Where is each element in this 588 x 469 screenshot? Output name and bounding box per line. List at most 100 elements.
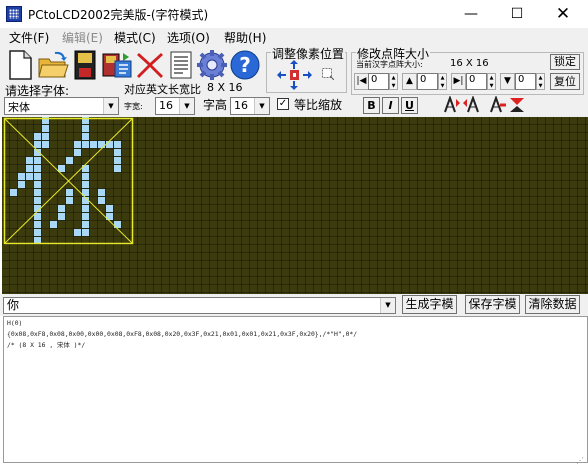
glyph-pixel[interactable] xyxy=(34,173,41,180)
glyph-pixel[interactable] xyxy=(26,157,33,164)
glyph-pixel[interactable] xyxy=(34,133,41,140)
glyph-pixel[interactable] xyxy=(82,125,89,132)
italic-button[interactable]: I xyxy=(382,97,399,114)
chevron-down-icon[interactable]: ▼ xyxy=(103,98,118,114)
glyph-pixel[interactable] xyxy=(42,133,49,140)
glyph-pixel[interactable] xyxy=(98,197,105,204)
bottom-spinner-buttons[interactable]: ▲ ▼ xyxy=(536,73,545,90)
notes-icon[interactable] xyxy=(165,49,197,81)
glyph-pixel[interactable] xyxy=(34,229,41,236)
glyph-pixel[interactable] xyxy=(58,213,65,220)
glyph-pixel[interactable] xyxy=(34,165,41,172)
open-folder-icon[interactable] xyxy=(37,49,69,81)
proportional-scale-checkbox[interactable]: ✓ xyxy=(277,98,289,110)
menu-options[interactable]: 选项(O) xyxy=(167,29,210,46)
rotate-left-icon[interactable] xyxy=(443,96,461,114)
new-file-icon[interactable] xyxy=(4,49,36,81)
glyph-pixel[interactable] xyxy=(42,125,49,132)
glyph-pixel[interactable] xyxy=(82,141,89,148)
glyph-pixel[interactable] xyxy=(34,189,41,196)
close-button[interactable]: ✕ xyxy=(540,0,586,28)
glyph-pixel[interactable] xyxy=(114,165,121,172)
shrink-top-button[interactable]: ▲ xyxy=(402,73,417,90)
restore-button[interactable]: 复位 xyxy=(550,73,580,90)
chevron-down-icon[interactable]: ▼ xyxy=(254,98,269,114)
top-spinner-buttons[interactable]: ▲ ▼ xyxy=(438,73,447,90)
menu-help[interactable]: 帮助(H) xyxy=(224,29,266,46)
glyph-pixel[interactable] xyxy=(98,189,105,196)
glyph-pixel[interactable] xyxy=(58,205,65,212)
font-select[interactable]: 宋体 ▼ xyxy=(4,97,119,115)
shift-up-icon[interactable] xyxy=(290,60,298,69)
clear-data-button[interactable]: 清除数据 xyxy=(525,295,580,314)
glyph-pixel[interactable] xyxy=(26,165,33,172)
pixel-grid[interactable] xyxy=(2,117,588,294)
glyph-pixel[interactable] xyxy=(82,133,89,140)
shrink-right-button[interactable]: ▶| xyxy=(451,73,466,90)
glyph-pixel[interactable] xyxy=(66,157,73,164)
shift-left-icon[interactable] xyxy=(277,71,286,79)
glyph-pixel[interactable] xyxy=(82,165,89,172)
bold-button[interactable]: B xyxy=(363,97,380,114)
save-font-button[interactable]: 保存字模 xyxy=(465,295,520,314)
right-spinner[interactable]: 0 xyxy=(466,73,487,90)
glyph-pixel[interactable] xyxy=(82,173,89,180)
shift-center-icon[interactable] xyxy=(290,70,299,80)
glyph-pixel[interactable] xyxy=(74,149,81,156)
flip-vertical-icon[interactable] xyxy=(489,96,507,114)
bring-region-icon[interactable] xyxy=(322,68,334,80)
char-width-select[interactable]: 16 ▼ xyxy=(155,97,195,115)
menu-mode[interactable]: 模式(C) xyxy=(114,29,156,46)
help-icon[interactable]: ? xyxy=(229,49,261,81)
generate-button[interactable]: 生成字模 xyxy=(402,295,457,314)
glyph-pixel[interactable] xyxy=(18,173,25,180)
glyph-pixel[interactable] xyxy=(74,141,81,148)
glyph-pixel[interactable] xyxy=(82,205,89,212)
glyph-pixel[interactable] xyxy=(90,141,97,148)
shrink-bottom-button[interactable]: ▼ xyxy=(500,73,515,90)
glyph-pixel[interactable] xyxy=(10,189,17,196)
menu-edit[interactable]: 编辑(E) xyxy=(62,29,103,46)
glyph-pixel[interactable] xyxy=(26,173,33,180)
chevron-down-icon[interactable]: ▼ xyxy=(179,98,194,114)
glyph-pixel[interactable] xyxy=(74,229,81,236)
glyph-pixel[interactable] xyxy=(114,149,121,156)
char-input[interactable]: 你 ▼ xyxy=(3,297,396,314)
save-as-icon[interactable] xyxy=(101,49,133,81)
char-height-select[interactable]: 16 ▼ xyxy=(230,97,270,115)
lock-button[interactable]: 锁定 xyxy=(550,54,580,70)
glyph-pixel[interactable] xyxy=(66,189,73,196)
maximize-button[interactable]: ☐ xyxy=(494,0,540,28)
left-spinner[interactable]: 0 xyxy=(368,73,389,90)
glyph-pixel[interactable] xyxy=(106,205,113,212)
glyph-pixel[interactable] xyxy=(82,181,89,188)
flip-horizontal-icon[interactable] xyxy=(508,96,526,114)
delete-icon[interactable] xyxy=(134,49,166,81)
menu-file[interactable]: 文件(F) xyxy=(9,29,49,46)
glyph-pixel[interactable] xyxy=(82,229,89,236)
glyph-pixel[interactable] xyxy=(34,141,41,148)
glyph-pixel[interactable] xyxy=(114,141,121,148)
glyph-pixel[interactable] xyxy=(34,221,41,228)
left-spinner-buttons[interactable]: ▲ ▼ xyxy=(389,73,398,90)
resize-grip[interactable]: ⋰ xyxy=(576,456,586,466)
rotate-right-icon[interactable] xyxy=(462,96,480,114)
glyph-pixel[interactable] xyxy=(34,157,41,164)
shrink-left-button[interactable]: |◀ xyxy=(354,73,369,90)
glyph-pixel[interactable] xyxy=(34,181,41,188)
glyph-pixel[interactable] xyxy=(18,181,25,188)
glyph-pixel[interactable] xyxy=(106,141,113,148)
glyph-pixel[interactable] xyxy=(34,197,41,204)
pixel-canvas[interactable] xyxy=(2,117,588,294)
chevron-down-icon[interactable]: ▼ xyxy=(380,298,395,313)
underline-button[interactable]: U xyxy=(401,97,418,114)
glyph-pixel[interactable] xyxy=(42,141,49,148)
settings-icon[interactable] xyxy=(196,49,228,81)
shift-down-icon[interactable] xyxy=(290,81,298,90)
glyph-pixel[interactable] xyxy=(50,221,57,228)
glyph-pixel[interactable] xyxy=(66,197,73,204)
right-spinner-buttons[interactable]: ▲ ▼ xyxy=(487,73,496,90)
glyph-pixel[interactable] xyxy=(58,165,65,172)
output-textarea[interactable]: H(0) {0x08,0xF8,0x08,0x00,0x00,0x08,0xF8,… xyxy=(3,316,588,463)
glyph-pixel[interactable] xyxy=(82,213,89,220)
